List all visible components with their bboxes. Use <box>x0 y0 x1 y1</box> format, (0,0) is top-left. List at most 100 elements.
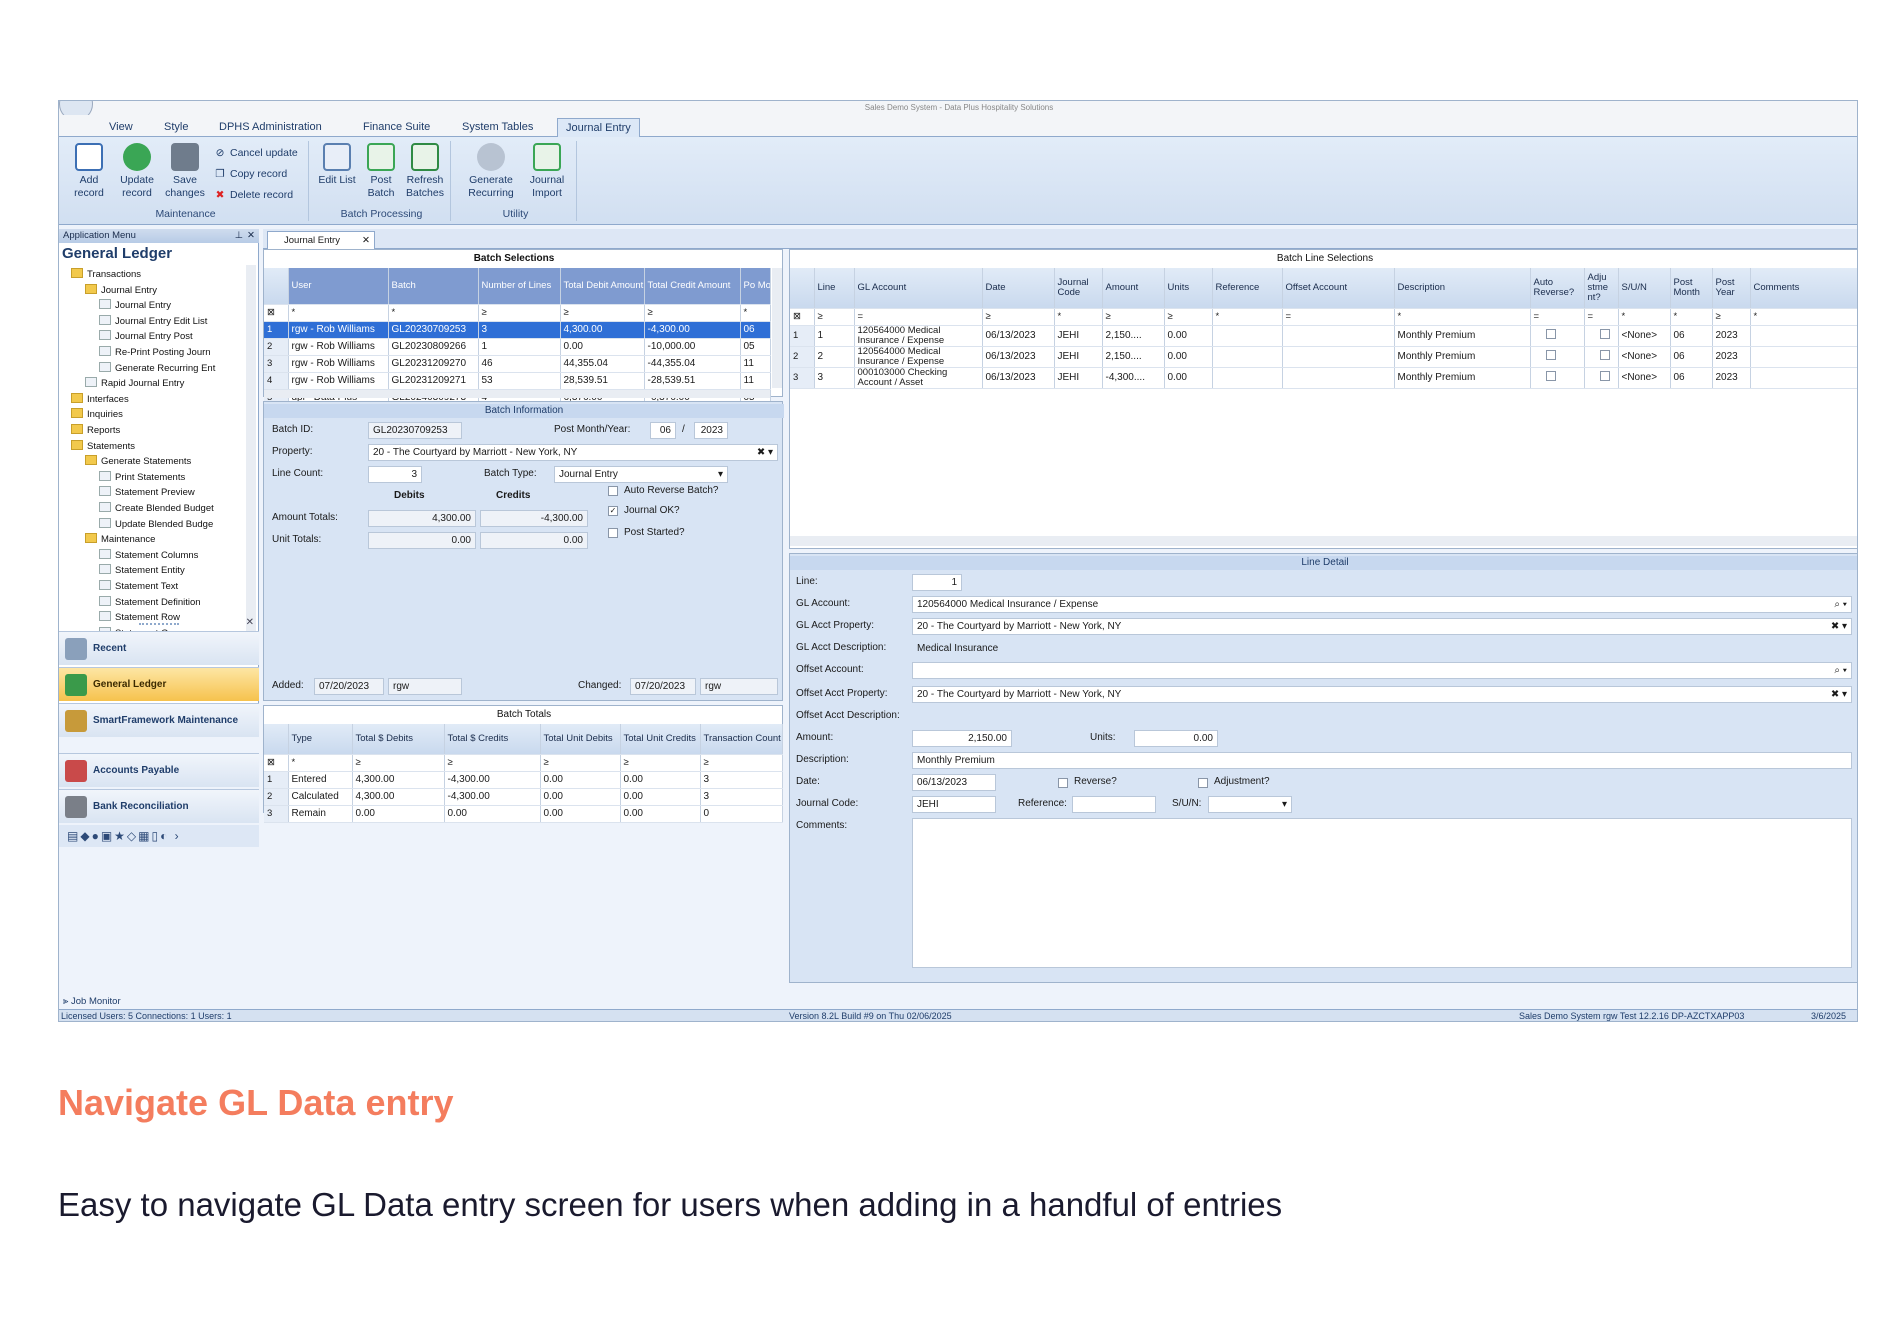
column-header[interactable]: GL Account <box>854 268 983 309</box>
units-field[interactable]: 0.00 <box>1134 730 1218 747</box>
property-field[interactable]: 20 - The Courtyard by Marriott - New Yor… <box>368 444 778 461</box>
clear-dropdown-icon[interactable]: ✖ ▾ <box>1831 687 1847 702</box>
tree-item[interactable]: Generate Statements <box>85 454 191 470</box>
filter-cell[interactable]: ≥ <box>1102 308 1165 326</box>
tree-item[interactable]: Reports <box>71 423 120 439</box>
table-cell[interactable]: -4,300.00 <box>644 321 741 339</box>
nav-general-ledger[interactable]: General Ledger <box>59 667 259 701</box>
table-checkbox[interactable] <box>1599 350 1610 360</box>
table-cell[interactable] <box>1282 325 1395 347</box>
tab-system-tables[interactable]: System Tables <box>454 118 541 137</box>
filter-icon[interactable]: ⊠ <box>264 304 289 322</box>
add-record-button[interactable]: Add record <box>67 143 111 200</box>
table-cell[interactable] <box>1750 325 1857 347</box>
table-cell[interactable]: -10,000.00 <box>644 338 741 356</box>
table-cell[interactable]: 0.00 <box>560 338 645 356</box>
col-total-debit[interactable]: Total Debit Amount <box>560 268 645 305</box>
table-cell[interactable]: -4,300.... <box>1102 367 1165 389</box>
filter-row[interactable]: ⊠ * ≥ ≥ ≥ ≥ ≥ <box>264 754 783 772</box>
filter-cell[interactable]: ≥ <box>700 754 783 772</box>
cancel-update-button[interactable]: ⊘ Cancel update <box>213 147 298 159</box>
tree-item[interactable]: Journal Entry <box>85 283 157 299</box>
table-cell[interactable]: GL20230809266 <box>388 338 479 356</box>
filter-icon[interactable]: ⊠ <box>790 308 815 326</box>
table-cell[interactable]: 11 <box>740 372 771 390</box>
splitter-grip[interactable] <box>139 623 179 626</box>
table-cell[interactable]: 2023 <box>1712 325 1751 347</box>
table-cell[interactable]: 1 <box>478 338 561 356</box>
column-header[interactable]: Auto Reverse? <box>1530 268 1585 309</box>
tab-style[interactable]: Style <box>156 118 196 137</box>
filter-cell[interactable]: ≥ <box>982 308 1055 326</box>
filter-cell[interactable]: ≥ <box>1164 308 1213 326</box>
sun-select[interactable]: ▾ <box>1208 796 1292 813</box>
description-field[interactable]: Monthly Premium <box>912 752 1852 769</box>
tab-finance-suite[interactable]: Finance Suite <box>355 118 438 137</box>
date-field[interactable]: 06/13/2023 <box>912 774 996 791</box>
table-checkbox[interactable] <box>1599 371 1610 381</box>
table-cell[interactable]: 06 <box>1670 346 1713 368</box>
vertical-scrollbar[interactable] <box>772 268 782 388</box>
table-cell[interactable]: 44,355.04 <box>560 355 645 373</box>
horizontal-scrollbar[interactable] <box>790 536 1857 546</box>
offset-account-field[interactable]: ⌕ ▾ <box>912 662 1852 679</box>
col-number-of-lines[interactable]: Number of Lines <box>478 268 561 305</box>
tree-item[interactable]: Statement Columns <box>99 548 198 564</box>
table-cell[interactable]: 2 <box>814 346 855 368</box>
tree-item[interactable]: Rapid Journal Entry <box>85 376 184 392</box>
nav-recent[interactable]: Recent <box>59 631 259 665</box>
table-cell[interactable] <box>1282 346 1395 368</box>
table-row[interactable]: 4 rgw - Rob Williams GL20231209271 53 28,539… <box>264 372 771 390</box>
table-cell[interactable] <box>1282 367 1395 389</box>
comments-textarea[interactable] <box>912 818 1852 968</box>
column-header[interactable]: Adju stme nt? <box>1584 268 1619 309</box>
filter-icon[interactable]: ⊠ <box>264 754 289 772</box>
horizontal-scrollbar[interactable] <box>264 390 770 398</box>
table-cell[interactable]: 06/13/2023 <box>982 346 1055 368</box>
col-total-credits[interactable]: Total $ Credits <box>444 724 541 755</box>
tab-view[interactable]: View <box>101 118 141 137</box>
table-cell[interactable]: 0.00 <box>1164 346 1213 368</box>
table-cell[interactable]: 2023 <box>1712 367 1751 389</box>
table-cell[interactable] <box>1530 367 1585 389</box>
filter-cell[interactable]: ≥ <box>352 754 445 772</box>
table-cell[interactable] <box>1584 325 1619 347</box>
table-cell[interactable]: 4,300.00 <box>560 321 645 339</box>
filter-cell[interactable]: ≥ <box>814 308 855 326</box>
filter-cell[interactable]: * <box>1750 308 1857 326</box>
offset-acct-property-field[interactable]: 20 - The Courtyard by Marriott - New Yor… <box>912 686 1852 703</box>
search-dropdown-icon[interactable]: ⌕ ▾ <box>1834 597 1847 612</box>
table-row[interactable]: 3 rgw - Rob Williams GL20231209270 46 44,355… <box>264 355 771 373</box>
amount-field[interactable]: 2,150.00 <box>912 730 1012 747</box>
copy-record-button[interactable]: ❐ Copy record <box>213 168 287 180</box>
filter-cell[interactable]: ≥ <box>478 304 561 322</box>
column-header[interactable]: Units <box>1164 268 1213 309</box>
tree-item[interactable]: Transactions <box>71 267 141 283</box>
table-cell[interactable]: 1 <box>814 325 855 347</box>
table-cell[interactable]: -44,355.04 <box>644 355 741 373</box>
table-row[interactable]: 1 1 120564000 Medical Insurance / Expense 0… <box>790 325 1857 347</box>
table-row[interactable]: 1 Entered 4,300.00 -4,300.00 0.00 0.00 3 <box>264 771 783 789</box>
column-header[interactable]: Offset Account <box>1282 268 1395 309</box>
filter-cell[interactable]: ≥ <box>560 304 645 322</box>
col-batch[interactable]: Batch <box>388 268 479 305</box>
pin-icon[interactable]: ⊥ <box>235 229 243 243</box>
table-cell[interactable]: <None> <box>1618 367 1671 389</box>
table-cell[interactable]: 06/13/2023 <box>982 367 1055 389</box>
column-header[interactable]: Amount <box>1102 268 1165 309</box>
filter-cell[interactable]: * <box>288 304 389 322</box>
filter-cell[interactable]: * <box>1394 308 1531 326</box>
refresh-batches-button[interactable]: Refresh Batches <box>403 143 447 200</box>
filter-cell[interactable]: ≥ <box>644 304 741 322</box>
post-batch-button[interactable]: Post Batch <box>359 143 403 200</box>
tree-item[interactable]: Journal Entry Edit List <box>99 314 207 330</box>
table-cell[interactable] <box>1212 325 1283 347</box>
edit-list-button[interactable]: Edit List <box>315 143 359 187</box>
filter-cell[interactable]: = <box>1530 308 1585 326</box>
filter-cell[interactable]: = <box>1282 308 1395 326</box>
tree-item[interactable]: Update Blended Budge <box>99 517 213 533</box>
delete-record-button[interactable]: ✖ Delete record <box>213 189 293 201</box>
table-cell[interactable]: 06 <box>1670 367 1713 389</box>
journal-code-field[interactable]: JEHI <box>912 796 996 813</box>
search-dropdown-icon[interactable]: ⌕ ▾ <box>1834 663 1847 678</box>
